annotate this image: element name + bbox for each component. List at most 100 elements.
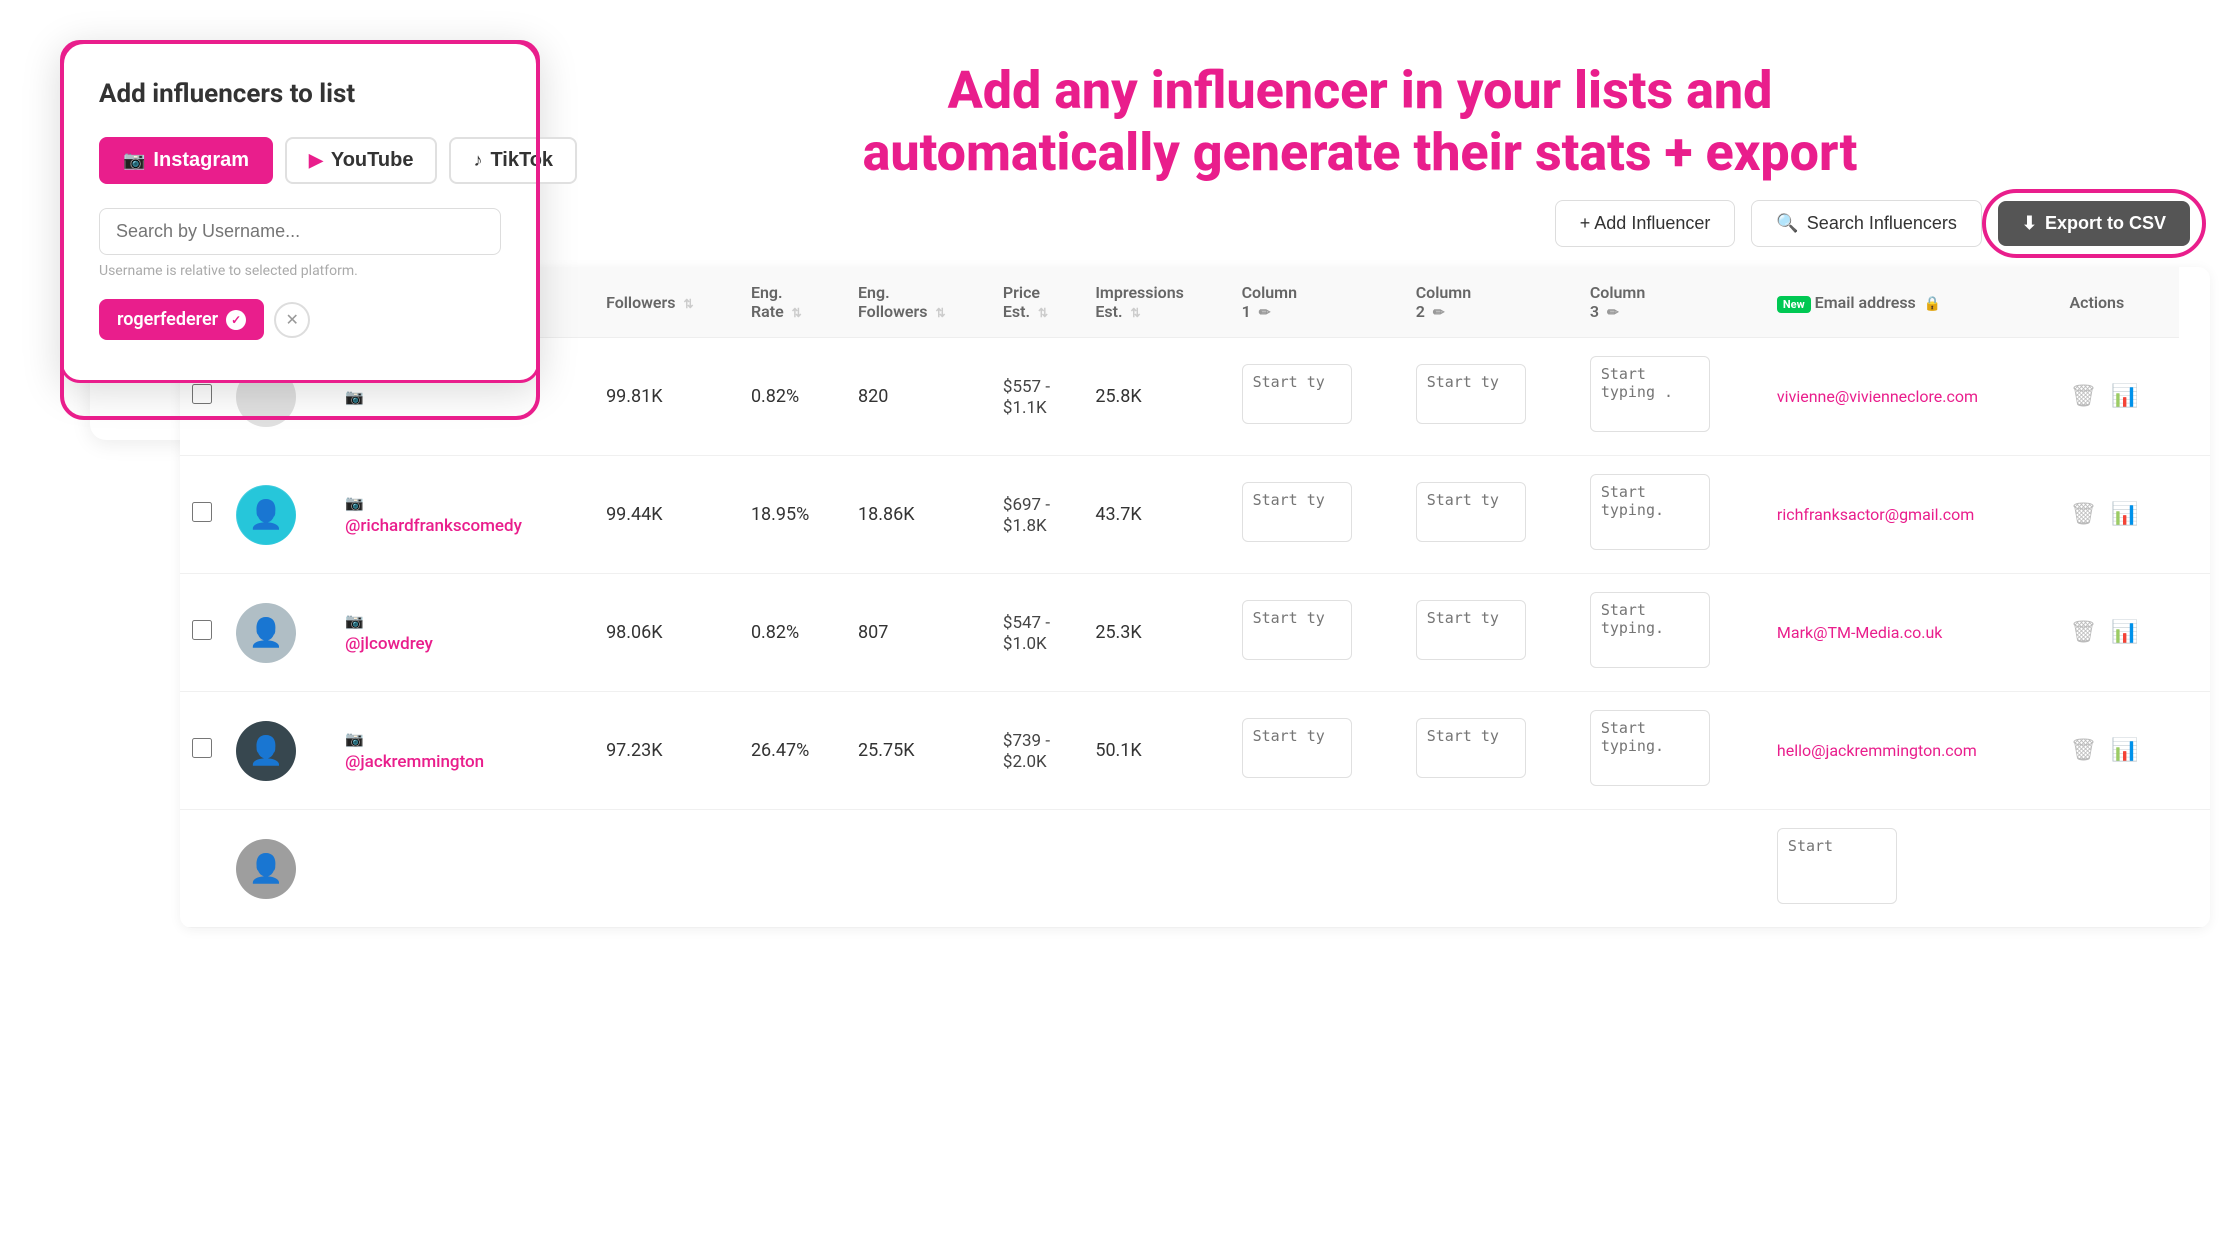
row1-col1[interactable] <box>1230 338 1404 456</box>
row1-col2-input[interactable] <box>1416 364 1526 424</box>
export-button-wrapper: ⬇ Export to CSV <box>1998 201 2190 246</box>
col-price-est: PriceEst. ⇅ <box>991 267 1083 338</box>
row3-col2[interactable] <box>1404 574 1578 692</box>
row3-col1-input[interactable] <box>1242 600 1352 660</box>
search-influencers-button[interactable]: 🔍 Search Influencers <box>1751 200 1982 247</box>
row2-col2[interactable] <box>1404 456 1578 574</box>
row3-email: Mark@TM-Media.co.uk <box>1765 574 2058 692</box>
row2-eng-followers: 18.86K <box>846 456 991 574</box>
col-col2: Column2 ✏ <box>1404 267 1578 338</box>
add-influencer-button[interactable]: + Add Influencer <box>1555 200 1736 247</box>
row4-stats-icon[interactable]: 📊 <box>2111 738 2138 763</box>
row3-col3-input[interactable] <box>1590 592 1710 668</box>
row2-col3[interactable] <box>1578 456 1765 574</box>
row4-checkbox-cell <box>180 692 224 810</box>
row2-delete-icon[interactable]: 🗑 <box>2069 502 2097 527</box>
row4-impressions: 50.1K <box>1083 692 1229 810</box>
row3-actions: 🗑 📊 <box>2057 574 2178 692</box>
table-row: 👤 📷 @richardfrankscomedy 99.44K 18.95% 1… <box>180 456 2210 574</box>
row3-impressions: 25.3K <box>1083 574 1229 692</box>
export-csv-button[interactable]: ⬇ Export to CSV <box>1998 201 2190 246</box>
col-followers: Followers ⇅ <box>594 267 739 338</box>
row2-price-est: $697 -$1.8K <box>991 456 1083 574</box>
tag-row: rogerfederer ✓ ✕ <box>99 299 501 340</box>
row1-email-link[interactable]: vivienne@vivienneclore.com <box>1777 387 1978 406</box>
row2-col1-input[interactable] <box>1242 482 1352 542</box>
row4-eng-followers: 25.75K <box>846 692 991 810</box>
row2-actions: 🗑 📊 <box>2057 456 2178 574</box>
row4-handle-cell: 📷 @jackremmington <box>333 692 594 810</box>
col-col3: Column3 ✏ <box>1578 267 1765 338</box>
platform-tiktok-btn[interactable]: ♪ TikTok <box>449 137 577 184</box>
row5-col3-input[interactable] <box>1777 828 1897 904</box>
row2-email-link[interactable]: richfranksactor@gmail.com <box>1777 505 1974 524</box>
hero-line1: Add any influencer in your lists and <box>948 60 1773 121</box>
add-influencer-modal: Add influencers to list 📷 Instagram ▶ Yo… <box>60 40 540 383</box>
row1-stats-icon[interactable]: 📊 <box>2111 384 2138 409</box>
row4-col2[interactable] <box>1404 692 1578 810</box>
row3-stats-icon[interactable]: 📊 <box>2111 620 2138 645</box>
row4-email-link[interactable]: hello@jackremmington.com <box>1777 741 1977 760</box>
row3-handle-link[interactable]: @jlcowdrey <box>345 634 582 654</box>
new-badge: New <box>1777 296 1811 313</box>
row2-handle-link[interactable]: @richardfrankscomedy <box>345 516 582 536</box>
row2-col3-input[interactable] <box>1590 474 1710 550</box>
row4-avatar-cell: 👤 <box>224 692 333 810</box>
row3-delete-icon[interactable]: 🗑 <box>2069 620 2097 645</box>
row4-delete-icon[interactable]: 🗑 <box>2069 738 2097 763</box>
row2-eng-rate: 18.95% <box>739 456 846 574</box>
row1-eng-followers: 820 <box>846 338 991 456</box>
tag-remove-button[interactable]: ✕ <box>274 302 310 338</box>
row5-avatar-cell: 👤 <box>224 810 333 928</box>
col-actions: Actions <box>2057 267 2178 338</box>
row3-col2-input[interactable] <box>1416 600 1526 660</box>
search-influencers-label: Search Influencers <box>1807 213 1957 234</box>
row2-col2-input[interactable] <box>1416 482 1526 542</box>
row3-checkbox-cell <box>180 574 224 692</box>
table-body: 📷 99.81K 0.82% 820 $557 -$1.1K 25.8K <box>180 338 2210 928</box>
row4-checkbox[interactable] <box>192 738 212 758</box>
row2-col1[interactable] <box>1230 456 1404 574</box>
row4-col3-input[interactable] <box>1590 710 1710 786</box>
row5-col3-partial[interactable] <box>1765 810 2058 928</box>
platform-youtube-btn[interactable]: ▶ YouTube <box>285 137 437 184</box>
row3-email-link[interactable]: Mark@TM-Media.co.uk <box>1777 623 1942 642</box>
row4-handle-link[interactable]: @jackremmington <box>345 752 582 772</box>
row2-followers: 99.44K <box>594 456 739 574</box>
row1-checkbox[interactable] <box>192 384 212 404</box>
row1-delete-icon[interactable]: 🗑 <box>2069 384 2097 409</box>
username-search-input[interactable] <box>99 208 501 255</box>
row1-col3[interactable] <box>1578 338 1765 456</box>
row2-checkbox[interactable] <box>192 502 212 522</box>
platform-instagram-btn[interactable]: 📷 Instagram <box>99 137 273 184</box>
row3-eng-rate: 0.82% <box>739 574 846 692</box>
row2-stats-icon[interactable]: 📊 <box>2111 502 2138 527</box>
row4-col1-input[interactable] <box>1242 718 1352 778</box>
row3-col3[interactable] <box>1578 574 1765 692</box>
hero-title: Add any influencer in your lists and aut… <box>560 60 2160 185</box>
row3-checkbox[interactable] <box>192 620 212 640</box>
row2-avatar-cell: 👤 <box>224 456 333 574</box>
row4-col1[interactable] <box>1230 692 1404 810</box>
col-col1: Column1 ✏ <box>1230 267 1404 338</box>
platform-tabs: 📷 Instagram ▶ YouTube ♪ TikTok <box>99 137 501 184</box>
row4-eng-rate: 26.47% <box>739 692 846 810</box>
instagram-icon: 📷 <box>123 150 145 171</box>
row1-actions: 🗑 📊 <box>2057 338 2178 456</box>
row2-checkbox-cell <box>180 456 224 574</box>
row4-col3[interactable] <box>1578 692 1765 810</box>
search-hint: Username is relative to selected platfor… <box>99 263 501 279</box>
row3-col1[interactable] <box>1230 574 1404 692</box>
row4-col2-input[interactable] <box>1416 718 1526 778</box>
row3-avatar-cell: 👤 <box>224 574 333 692</box>
row1-col2[interactable] <box>1404 338 1578 456</box>
row1-col3-input[interactable] <box>1590 356 1710 432</box>
row4-email: hello@jackremmington.com <box>1765 692 2058 810</box>
row3-followers: 98.06K <box>594 574 739 692</box>
col-eng-followers: Eng.Followers ⇅ <box>846 267 991 338</box>
table-row: 👤 📷 @jackremmington 97.23K 26.47% 25.75K… <box>180 692 2210 810</box>
row5-partial <box>333 810 1765 928</box>
influencer-tag: rogerfederer ✓ <box>99 299 264 340</box>
row1-col1-input[interactable] <box>1242 364 1352 424</box>
export-csv-label: Export to CSV <box>2045 213 2166 234</box>
